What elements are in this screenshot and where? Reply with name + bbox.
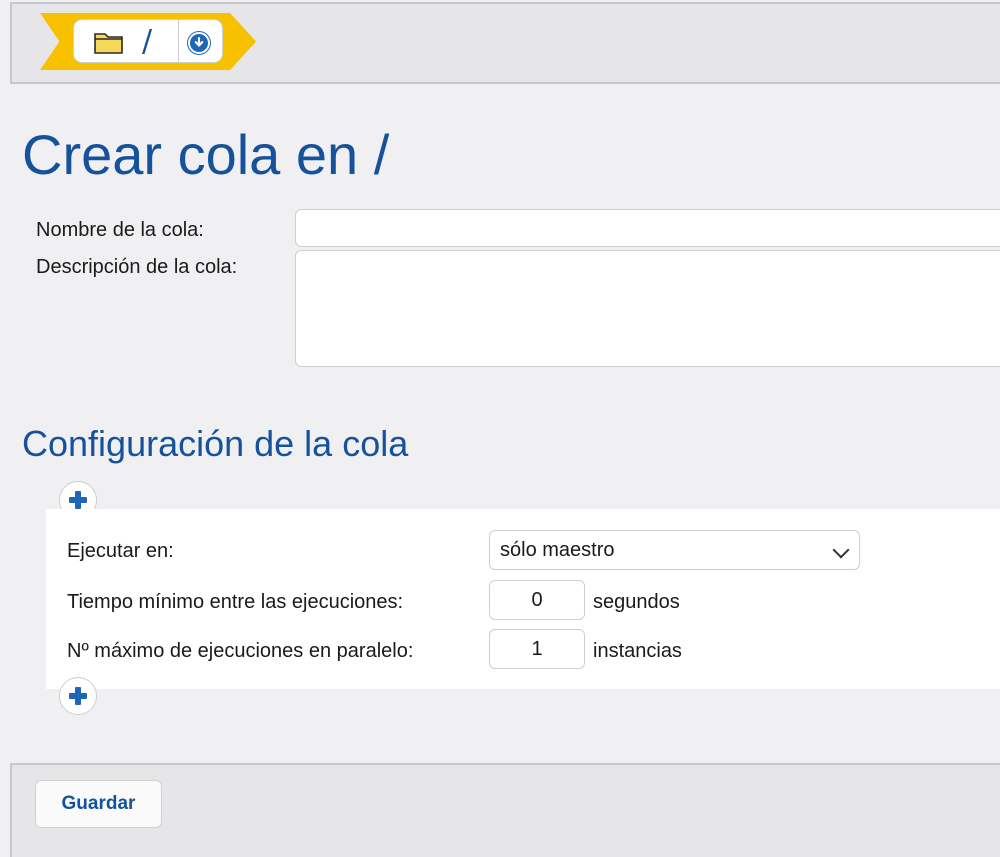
min-time-label: Tiempo mínimo entre las ejecuciones: xyxy=(67,591,404,613)
breadcrumb: / xyxy=(73,19,223,63)
queue-name-label: Nombre de la cola: xyxy=(36,219,204,241)
chevron-down-icon xyxy=(832,541,850,559)
max-parallel-input[interactable]: 1 xyxy=(489,629,585,669)
min-time-input[interactable]: 0 xyxy=(489,580,585,620)
min-time-unit: segundos xyxy=(593,591,680,613)
folder-icon[interactable] xyxy=(94,30,124,54)
queue-description-label: Descripción de la cola: xyxy=(36,256,238,278)
queue-description-input[interactable] xyxy=(295,250,1000,367)
add-config-bottom-button[interactable] xyxy=(59,677,97,715)
breadcrumb-divider xyxy=(178,20,179,62)
run-on-select[interactable]: sólo maestro xyxy=(489,530,860,570)
run-on-label: Ejecutar en: xyxy=(67,540,174,562)
page-title: Crear cola en / xyxy=(22,123,390,186)
chevron-down-circle-icon[interactable] xyxy=(188,32,210,54)
plus-icon xyxy=(68,686,88,706)
run-on-value: sólo maestro xyxy=(500,539,615,561)
plus-icon xyxy=(68,490,88,510)
queue-name-input[interactable] xyxy=(295,209,1000,247)
max-parallel-label: Nº máximo de ejecuciones en paralelo: xyxy=(67,640,414,662)
save-button[interactable]: Guardar xyxy=(35,780,162,828)
max-parallel-unit: instancias xyxy=(593,640,682,662)
breadcrumb-root[interactable]: / xyxy=(142,24,152,59)
config-section-title: Configuración de la cola xyxy=(22,423,409,464)
